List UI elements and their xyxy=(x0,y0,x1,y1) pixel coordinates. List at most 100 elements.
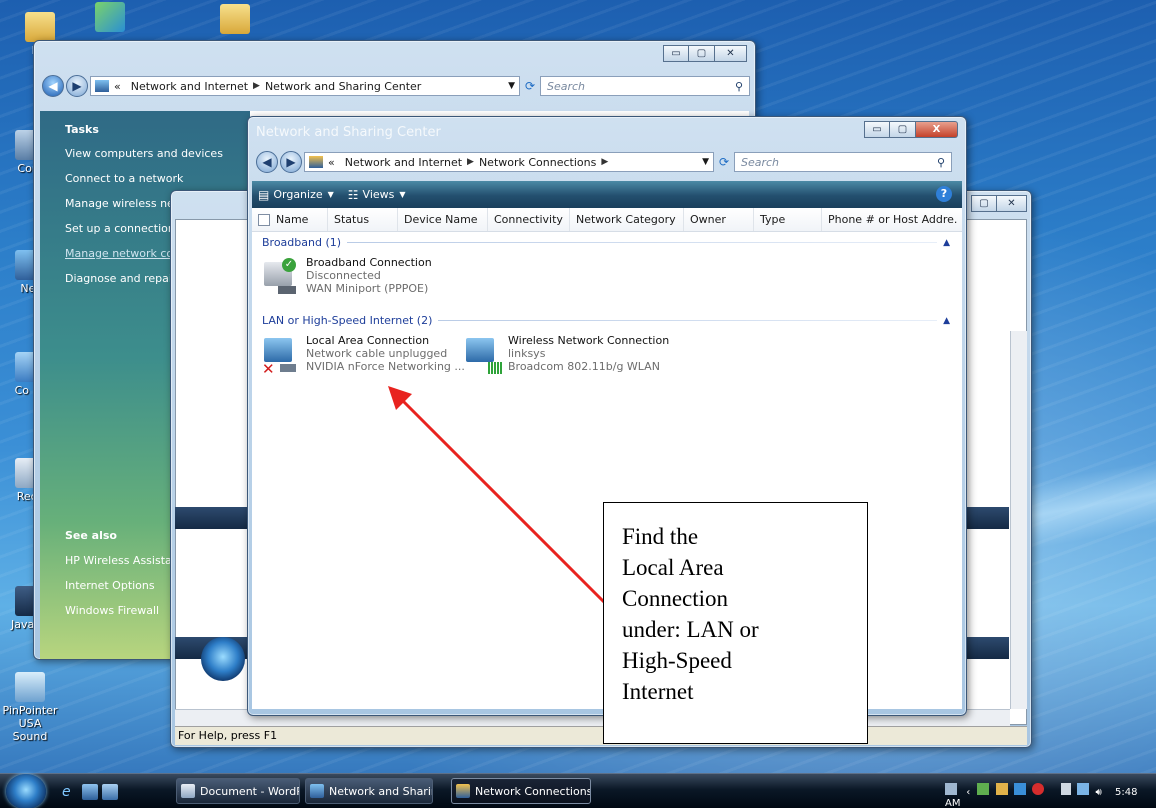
see-also-internet-options[interactable]: Internet Options xyxy=(65,579,155,592)
connection-device: NVIDIA nForce Networking ... xyxy=(306,360,465,373)
callout-line: Local Area xyxy=(622,555,724,580)
breadcrumb-network-connections[interactable]: Network Connections xyxy=(479,156,596,169)
column-network-category[interactable]: Network Category xyxy=(570,208,684,231)
volume-icon[interactable]: 🔊︎ xyxy=(1096,787,1102,798)
desktop-icon-folder2[interactable] xyxy=(205,4,265,36)
callout-line: Internet xyxy=(622,679,694,704)
security-alert-icon[interactable] xyxy=(1031,783,1044,795)
back-button[interactable]: ◀ xyxy=(42,75,64,97)
address-row: ◀ ▶ « Network and Internet ▶ Network Con… xyxy=(256,151,952,173)
connection-name: Local Area Connection xyxy=(306,334,430,347)
switch-windows-icon[interactable] xyxy=(102,784,118,800)
close-button[interactable]: X xyxy=(916,121,958,138)
forward-button[interactable]: ▶ xyxy=(66,75,88,97)
network-icon xyxy=(95,80,109,92)
refresh-icon[interactable]: ⟳ xyxy=(714,152,734,172)
column-owner[interactable]: Owner xyxy=(684,208,754,231)
connection-broadband[interactable]: ✓ Broadband Connection Disconnected WAN … xyxy=(260,256,432,300)
chevron-left-icon[interactable]: ‹ xyxy=(966,787,970,798)
desktop: lap Com Net Co Pa Recy Java St PinPointe… xyxy=(0,0,1156,808)
collapse-icon[interactable]: ▲ xyxy=(943,316,950,326)
vertical-scrollbar[interactable] xyxy=(1010,331,1027,709)
group-header-lan[interactable]: LAN or High-Speed Internet (2) ▲ xyxy=(262,314,950,327)
battery-icon[interactable] xyxy=(1061,783,1072,795)
maximize-button[interactable]: ▢ xyxy=(971,195,997,212)
taskbar-button-sharing-center[interactable]: Network and Sharin... xyxy=(305,778,433,804)
app-tray-icon[interactable] xyxy=(1013,783,1026,795)
column-phone-host[interactable]: Phone # or Host Addre... xyxy=(822,208,958,231)
wordpad-icon xyxy=(181,784,195,798)
internet-explorer-icon[interactable]: e xyxy=(62,784,78,800)
app-tray-icon[interactable] xyxy=(995,783,1008,795)
breadcrumb-network-sharing-center[interactable]: Network and Sharing Center xyxy=(265,80,421,93)
back-button[interactable]: ◀ xyxy=(256,151,278,173)
refresh-icon[interactable]: ⟳ xyxy=(520,76,540,96)
organize-icon: ▤ xyxy=(258,187,270,202)
breadcrumb-overflow[interactable]: « xyxy=(114,80,121,93)
callout-line: Find the xyxy=(622,524,699,549)
minimize-button[interactable]: ▭ xyxy=(864,121,890,138)
show-desktop-icon[interactable] xyxy=(82,784,98,800)
instruction-callout: Find the Local Area Connection under: LA… xyxy=(603,502,868,744)
maximize-button[interactable]: ▢ xyxy=(689,45,715,62)
forward-button[interactable]: ▶ xyxy=(280,151,302,173)
breadcrumb-overflow[interactable]: « xyxy=(328,156,335,169)
column-status[interactable]: Status xyxy=(328,208,398,231)
search-input[interactable]: Search ⚲ xyxy=(540,76,750,96)
see-also-windows-firewall[interactable]: Windows Firewall xyxy=(65,604,159,617)
close-button[interactable]: ✕ xyxy=(715,45,747,62)
desktop-icon-decor[interactable] xyxy=(80,2,140,34)
search-icon: ⚲ xyxy=(936,155,945,169)
network-connections-icon xyxy=(309,156,323,168)
address-bar[interactable]: « Network and Internet ▶ Network and Sha… xyxy=(90,76,520,96)
connection-wireless[interactable]: Wireless Network Connection linksys Broa… xyxy=(462,334,669,378)
network-icon xyxy=(310,784,324,798)
taskbar: e Document - WordPad Network and Sharin.… xyxy=(0,773,1156,808)
maximize-button[interactable]: ▢ xyxy=(890,121,916,138)
chevron-down-icon: ▼ xyxy=(399,190,406,199)
column-type[interactable]: Type xyxy=(754,208,822,231)
task-diagnose-repair[interactable]: Diagnose and repair xyxy=(65,272,177,285)
windows-logo-icon xyxy=(201,637,245,681)
column-connectivity[interactable]: Connectivity xyxy=(488,208,570,231)
network-connections-icon xyxy=(456,784,470,798)
task-view-computers[interactable]: View computers and devices xyxy=(65,147,223,160)
organize-button[interactable]: ▤ Organize ▼ xyxy=(258,188,334,202)
tray-icons: ‹ 🔊︎ 5:48 AM xyxy=(945,783,1156,808)
task-connect-network[interactable]: Connect to a network xyxy=(65,172,183,185)
pinpointer-icon xyxy=(15,672,45,702)
breadcrumb-network-internet[interactable]: Network and Internet xyxy=(131,80,248,93)
chevron-down-icon[interactable]: ▼ xyxy=(702,157,709,167)
app-tray-icon[interactable] xyxy=(977,783,990,795)
status-bar: For Help, press F1 xyxy=(175,726,1027,745)
select-all-checkbox[interactable] xyxy=(258,213,270,226)
start-button[interactable] xyxy=(6,774,46,808)
search-input[interactable]: Search ⚲ xyxy=(734,152,952,172)
tasks-heading: Tasks xyxy=(65,123,99,136)
wireless-connection-icon xyxy=(462,334,508,378)
connection-status: Network cable unplugged xyxy=(306,347,448,360)
close-button[interactable]: ✕ xyxy=(997,195,1027,212)
caption-buttons: ▢ ✕ xyxy=(971,195,1027,212)
views-icon: ☷ xyxy=(347,187,359,202)
caption-buttons: ▭ ▢ X xyxy=(864,121,958,138)
group-header-broadband[interactable]: Broadband (1) ▲ xyxy=(262,236,950,249)
views-button[interactable]: ☷ Views ▼ xyxy=(348,188,406,202)
address-bar[interactable]: « Network and Internet ▶ Network Connect… xyxy=(304,152,714,172)
column-device-name[interactable]: Device Name xyxy=(398,208,488,231)
connection-device: Broadcom 802.11b/g WLAN xyxy=(508,360,660,373)
help-icon[interactable]: ? xyxy=(936,186,952,202)
taskbar-button-network-connections[interactable]: Network Connections xyxy=(451,778,591,804)
breadcrumb-network-internet[interactable]: Network and Internet xyxy=(345,156,462,169)
column-name[interactable]: Name xyxy=(276,208,328,231)
desktop-icon-pinpointer[interactable]: PinPointer USA Sound xyxy=(0,672,60,743)
see-also-hp-wireless[interactable]: HP Wireless Assistant xyxy=(65,554,183,567)
network-tray-icon[interactable] xyxy=(1077,783,1090,795)
collapse-icon[interactable]: ▲ xyxy=(943,238,950,248)
connection-local-area[interactable]: ✕ Local Area Connection Network cable un… xyxy=(260,334,465,378)
minimize-button[interactable]: ▭ xyxy=(663,45,689,62)
pen-icon[interactable] xyxy=(945,783,957,795)
callout-line: Connection xyxy=(622,586,729,611)
chevron-down-icon[interactable]: ▼ xyxy=(508,81,515,91)
taskbar-button-wordpad[interactable]: Document - WordPad xyxy=(176,778,300,804)
